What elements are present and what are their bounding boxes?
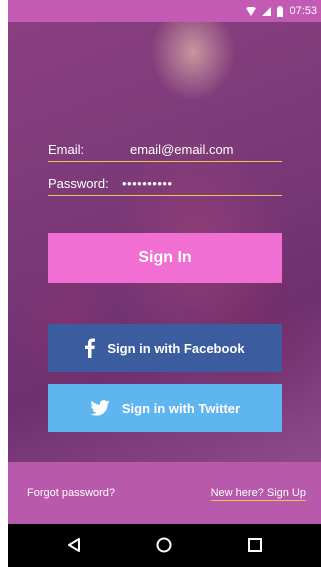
sign-in-label: Sign In	[138, 249, 192, 266]
twitter-icon	[90, 400, 110, 416]
wifi-icon	[246, 6, 257, 16]
login-content: Email: email@email.com Password: •••••••…	[8, 22, 321, 462]
status-time: 07:53	[289, 5, 317, 17]
facebook-sign-in-button[interactable]: Sign in with Facebook	[48, 324, 282, 372]
signal-icon	[262, 6, 272, 16]
password-label: Password:	[48, 176, 109, 191]
recents-icon[interactable]	[247, 537, 263, 558]
battery-icon	[277, 5, 284, 17]
status-bar: 07:53	[8, 0, 321, 22]
sign-in-button[interactable]: Sign In	[48, 233, 282, 283]
status-icons: 07:53	[246, 4, 317, 18]
footer: Forgot password? New here? Sign Up	[8, 462, 321, 524]
password-input[interactable]: ••••••••••	[122, 176, 173, 191]
forgot-password-link[interactable]: Forgot password?	[27, 487, 115, 499]
twitter-sign-in-button[interactable]: Sign in with Twitter	[48, 384, 282, 432]
back-icon[interactable]	[66, 537, 82, 558]
email-label: Email:	[48, 142, 85, 157]
facebook-icon	[85, 338, 96, 358]
home-icon[interactable]	[156, 537, 172, 558]
facebook-label: Sign in with Facebook	[107, 340, 245, 356]
app-screen: 07:53 Email: email@email.com Password: •…	[8, 0, 321, 567]
email-field[interactable]: Email: email@email.com	[48, 137, 282, 162]
android-nav-bar	[8, 524, 321, 567]
email-input[interactable]: email@email.com	[130, 142, 234, 157]
twitter-label: Sign in with Twitter	[121, 400, 241, 416]
password-field[interactable]: Password: ••••••••••	[48, 171, 282, 196]
sign-up-link[interactable]: New here? Sign Up	[210, 487, 306, 501]
